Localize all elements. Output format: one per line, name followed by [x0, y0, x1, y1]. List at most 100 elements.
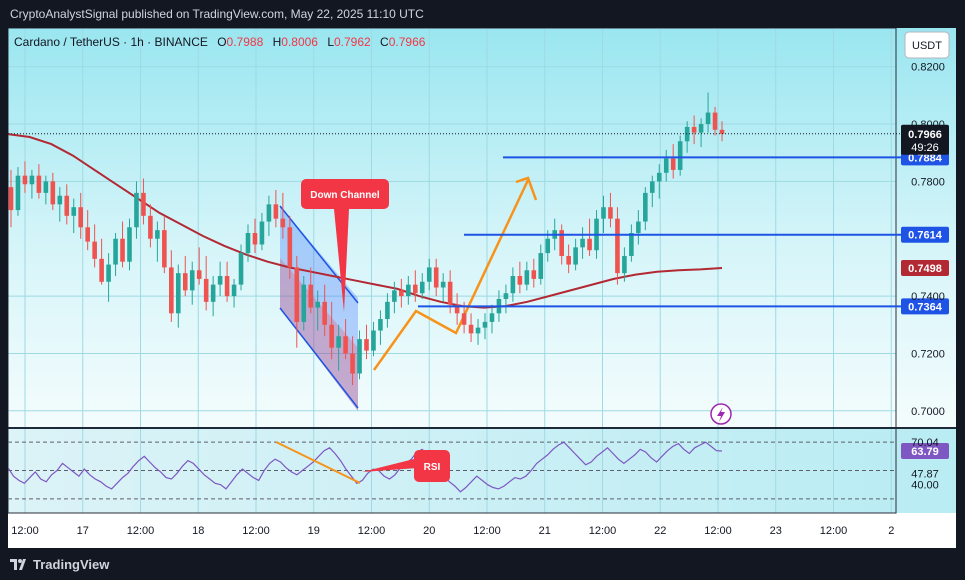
- time-tick-label: 20: [423, 525, 435, 537]
- candle-body: [622, 255, 627, 274]
- candle-body: [545, 238, 551, 254]
- candle-body: [719, 129, 725, 134]
- candle-body: [182, 273, 188, 291]
- currency-button-label: USDT: [912, 40, 942, 52]
- time-tick-label: 12:00: [358, 525, 386, 537]
- candle-body: [336, 336, 341, 348]
- time-tick-label: 19: [308, 525, 320, 537]
- candle-body: [36, 175, 42, 193]
- candle-body: [92, 241, 97, 259]
- candle-body: [636, 221, 641, 234]
- candle-body: [22, 175, 28, 185]
- candle-body: [475, 327, 481, 334]
- candle-body: [566, 255, 571, 265]
- candle-body: [113, 238, 118, 265]
- price-tick-label: 0.8200: [911, 62, 945, 74]
- candle-body: [426, 267, 432, 282]
- lightning-icon[interactable]: [710, 403, 732, 425]
- high-label: H: [273, 35, 282, 49]
- candle-body: [350, 353, 355, 374]
- candle-body: [608, 207, 613, 219]
- publish-header: CryptoAnalystSignal published on Trading…: [0, 0, 965, 28]
- candle-body: [120, 238, 125, 262]
- candle-body: [231, 284, 237, 297]
- candle-body: [573, 247, 578, 265]
- candle-body: [531, 270, 537, 279]
- candle-body: [203, 278, 209, 302]
- candle-body: [468, 324, 474, 334]
- footer-brand: TradingView: [33, 557, 110, 572]
- candle-body: [8, 187, 14, 211]
- candle-body: [482, 321, 488, 328]
- time-tick-label: 17: [77, 525, 89, 537]
- candle-body: [691, 126, 697, 133]
- candle-body: [412, 284, 418, 294]
- candle-body: [385, 301, 390, 320]
- candle-body: [259, 221, 265, 245]
- close-value: 0.7966: [389, 35, 426, 49]
- ma-tag-label: 0.7498: [908, 263, 942, 275]
- candle-body: [266, 204, 272, 222]
- time-tick-label: 12:00: [589, 525, 617, 537]
- rsi-tick-label: 70.04: [911, 437, 939, 449]
- candle-body: [343, 336, 348, 354]
- candle-body: [155, 230, 160, 239]
- candle-body: [378, 319, 383, 331]
- currency-button[interactable]: USDT: [904, 31, 950, 59]
- candle-body: [280, 218, 286, 228]
- candle-body: [322, 301, 327, 325]
- candle-body: [643, 192, 648, 222]
- candle-body: [308, 284, 314, 308]
- price-tick-label: 0.7400: [911, 291, 945, 303]
- down-channel-label: Down Channel: [310, 190, 380, 201]
- candle-body: [134, 192, 139, 228]
- time-tick-label: 12:00: [127, 525, 155, 537]
- candle-body: [106, 264, 111, 282]
- chart-svg[interactable]: 0.78840.76140.73640.74980.796649:26 63.7…: [7, 27, 956, 548]
- candle-body: [406, 284, 411, 297]
- time-axis[interactable]: 12:00 17 12:00 18 12:00 19 12:00 20 12:00 21 12:00…: [11, 525, 894, 537]
- candle-body: [329, 324, 334, 348]
- candle-body: [169, 267, 174, 314]
- candle-body: [580, 238, 585, 248]
- candle-body: [712, 112, 718, 130]
- candle-body: [503, 293, 509, 299]
- candle-body: [440, 281, 446, 288]
- candle-body: [224, 276, 230, 297]
- candle-body: [517, 276, 523, 285]
- candle-body: [684, 126, 690, 142]
- symbol-name: Cardano / TetherUS · 1h · BINANCE: [14, 35, 208, 49]
- candle-body: [29, 175, 35, 185]
- candle-body: [656, 172, 662, 182]
- candle-body: [705, 112, 711, 125]
- candle-body: [71, 207, 77, 216]
- rsi-badge-label: RSI: [424, 462, 441, 473]
- candle-body: [461, 313, 467, 325]
- candle-body: [210, 284, 216, 302]
- close-label: C: [380, 35, 389, 49]
- time-tick-label: 12:00: [11, 525, 39, 537]
- time-tick-label: 12:00: [473, 525, 501, 537]
- candle-body: [399, 290, 404, 297]
- candle-body: [670, 158, 676, 170]
- time-tick-label: 12:00: [704, 525, 732, 537]
- candle-body: [371, 330, 376, 351]
- tradingview-logo-icon: [10, 559, 26, 570]
- candle-body: [189, 270, 195, 291]
- candle-body: [663, 158, 669, 173]
- level-tag-label: 0.7364: [908, 301, 943, 313]
- candle-body: [141, 192, 146, 216]
- price-tick-label: 0.7200: [911, 348, 945, 360]
- open-value: 0.7988: [227, 35, 264, 49]
- candle-body: [273, 204, 279, 219]
- price-tick-label: 0.8000: [911, 119, 945, 131]
- level-tag-label: 0.7614: [908, 230, 943, 242]
- candle-body: [162, 230, 167, 268]
- candle-body: [392, 290, 397, 302]
- footer: TradingView: [0, 548, 965, 580]
- candle-body: [99, 258, 104, 282]
- candle-body: [601, 207, 606, 219]
- candle-body: [677, 141, 683, 170]
- rsi-tick-label: 40.00: [911, 480, 939, 492]
- price-tick-label: 0.7800: [911, 176, 945, 188]
